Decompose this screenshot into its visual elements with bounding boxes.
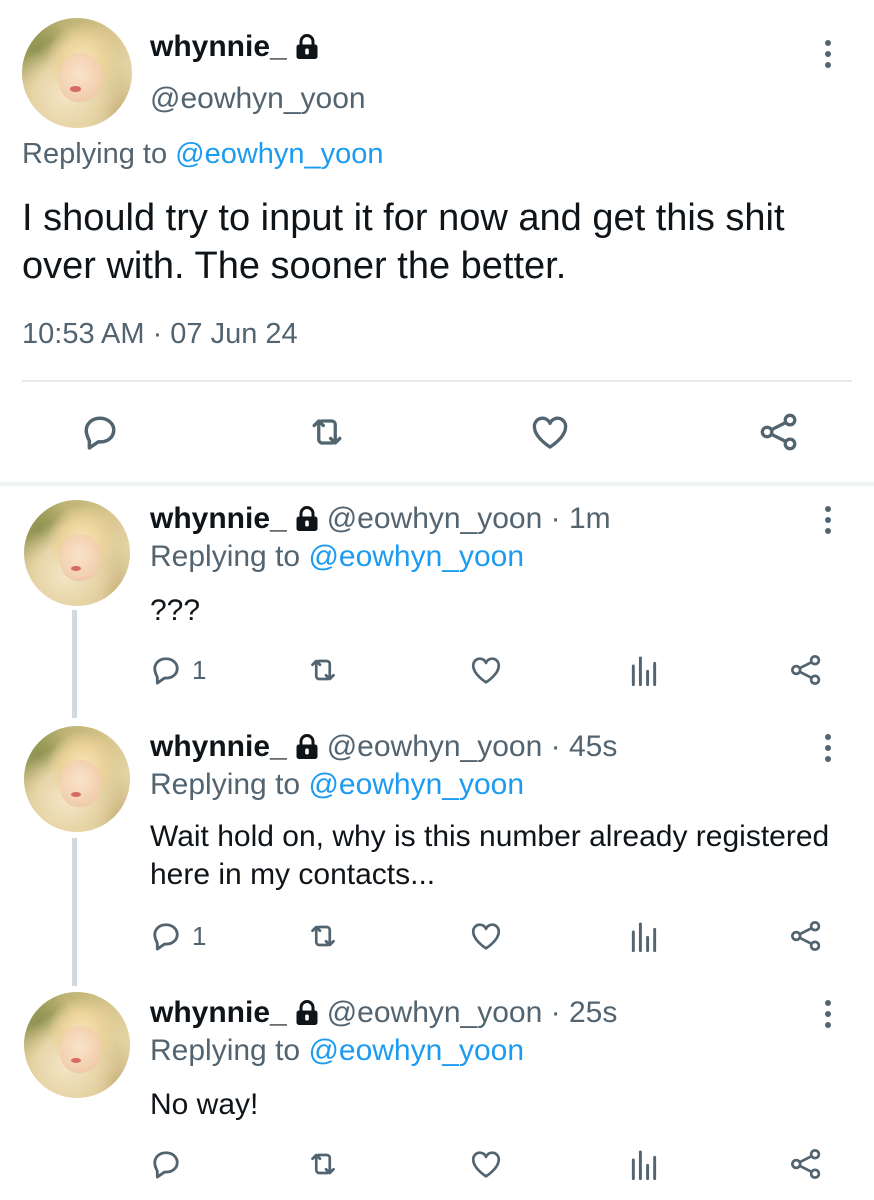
replying-prefix: Replying to [150, 540, 301, 573]
retweet-icon[interactable] [304, 918, 342, 954]
analytics-icon[interactable] [628, 918, 660, 954]
like-icon[interactable] [528, 410, 572, 454]
handle-time: @eowhyn_yoon · 25s [326, 996, 618, 1029]
tweet-text: No way! [150, 1088, 259, 1121]
lock-icon [295, 34, 319, 60]
reply-icon[interactable] [148, 1146, 184, 1182]
divider [0, 482, 874, 486]
display-name[interactable]: whynnie_ [150, 730, 287, 764]
avatar[interactable] [24, 500, 130, 606]
lock-icon [295, 734, 319, 760]
avatar[interactable] [22, 18, 132, 128]
more-options-icon[interactable] [825, 734, 831, 762]
tweet-actions [0, 410, 874, 456]
replying-to: Replying to @eowhyn_yoon [150, 768, 524, 802]
avatar[interactable] [24, 992, 130, 1098]
retweet-icon[interactable] [304, 652, 342, 688]
retweet-icon[interactable] [304, 410, 350, 454]
display-name[interactable]: whynnie_ [150, 996, 287, 1030]
more-options-icon[interactable] [825, 506, 831, 534]
display-name[interactable]: whynnie_ [150, 30, 287, 64]
share-icon[interactable] [788, 918, 824, 954]
author-row: whynnie_ @eowhyn_yoon · 25s [150, 996, 617, 1030]
share-icon[interactable] [788, 652, 824, 688]
more-options-icon[interactable] [825, 1000, 831, 1028]
tweet-text: ??? [150, 594, 201, 627]
tweet-text: Wait hold on, why is this number already… [150, 820, 830, 891]
tweet-actions [0, 1146, 874, 1186]
tweet-actions: 1 [0, 918, 874, 958]
replying-to: Replying to @eowhyn_yoon [22, 138, 384, 171]
author-row: whynnie_ [150, 30, 319, 64]
handle-time: @eowhyn_yoon · 45s [326, 730, 618, 763]
replying-prefix: Replying to [22, 138, 168, 170]
author-row: whynnie_ @eowhyn_yoon · 45s [150, 730, 617, 764]
reply-icon [148, 918, 184, 954]
reply-button[interactable]: 1 [148, 652, 206, 688]
like-icon[interactable] [468, 918, 504, 954]
handle[interactable]: @eowhyn_yoon [150, 82, 366, 116]
analytics-icon[interactable] [628, 652, 660, 688]
replying-prefix: Replying to [150, 1034, 301, 1067]
share-icon[interactable] [788, 1146, 824, 1182]
tweet-text: I should try to input it for now and get… [22, 197, 785, 287]
replying-handle-link[interactable]: @eowhyn_yoon [308, 1034, 524, 1067]
reply-count: 1 [192, 920, 207, 951]
like-icon[interactable] [468, 1146, 504, 1182]
author-row: whynnie_ @eowhyn_yoon · 1m [150, 502, 611, 536]
display-name[interactable]: whynnie_ [150, 502, 287, 536]
reply-icon[interactable] [78, 410, 122, 454]
replying-prefix: Replying to [150, 768, 301, 801]
analytics-icon[interactable] [628, 1146, 660, 1182]
lock-icon [295, 506, 319, 532]
lock-icon [295, 1000, 319, 1026]
retweet-icon[interactable] [304, 1146, 342, 1182]
replying-handle-link[interactable]: @eowhyn_yoon [308, 540, 524, 573]
divider [22, 380, 852, 382]
replying-to: Replying to @eowhyn_yoon [150, 540, 524, 574]
replying-to: Replying to @eowhyn_yoon [150, 1034, 524, 1068]
handle-time: @eowhyn_yoon · 1m [326, 502, 611, 535]
reply-icon [148, 652, 184, 688]
tweet-actions: 1 [0, 652, 874, 692]
replying-handle-link[interactable]: @eowhyn_yoon [308, 768, 524, 801]
timestamp[interactable]: 10:53 AM · 07 Jun 24 [22, 318, 298, 351]
more-options-icon[interactable] [825, 40, 831, 68]
thread-line [72, 838, 77, 986]
avatar[interactable] [24, 726, 130, 832]
like-icon[interactable] [468, 652, 504, 688]
replying-handle-link[interactable]: @eowhyn_yoon [175, 138, 383, 170]
reply-count: 1 [192, 654, 207, 685]
share-icon[interactable] [756, 410, 802, 454]
reply-button[interactable]: 1 [148, 918, 206, 954]
